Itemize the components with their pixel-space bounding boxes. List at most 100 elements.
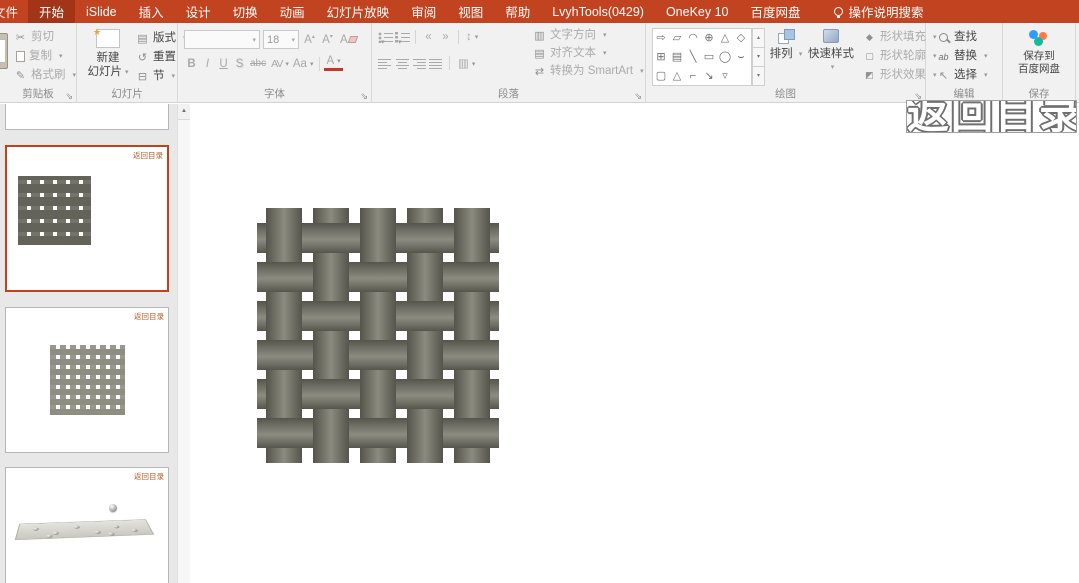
tab-animations[interactable]: 动画 bbox=[269, 0, 316, 23]
tab-baidu-netdisk[interactable]: 百度网盘 bbox=[740, 0, 812, 23]
shape-textbox[interactable]: ⊞ bbox=[653, 48, 669, 67]
font-size-combobox[interactable]: 18 bbox=[263, 30, 299, 49]
shape-square[interactable]: ▢ bbox=[653, 67, 669, 85]
tab-review[interactable]: 审阅 bbox=[400, 0, 447, 23]
gallery-more-button[interactable]: ▾ bbox=[752, 67, 765, 86]
find-button[interactable]: 查找 bbox=[934, 29, 991, 46]
gallery-down-button[interactable]: ▾ bbox=[752, 48, 765, 67]
clipboard-dialog-launcher[interactable]: ⇘ bbox=[65, 91, 73, 101]
copy-button[interactable]: 复制 bbox=[11, 48, 79, 65]
layout-icon: ▤ bbox=[137, 33, 148, 45]
shape-diamond[interactable]: ◇ bbox=[733, 29, 749, 48]
tab-design[interactable]: 设计 bbox=[175, 0, 222, 23]
format-painter-button[interactable]: ✎ 格式刷 bbox=[11, 67, 79, 84]
tab-onekey[interactable]: OneKey 10 bbox=[655, 0, 740, 23]
shape-parallelogram[interactable]: ▱ bbox=[669, 29, 685, 48]
corner-textbox[interactable]: 返回目录 bbox=[906, 100, 1077, 133]
clipboard-buttons: ✂剪切 复制 ✎格式刷 bbox=[11, 29, 79, 84]
columns-button[interactable]: ▥ bbox=[456, 56, 477, 70]
scroll-up-button[interactable]: ▲ bbox=[178, 104, 190, 120]
group-save: 保存到 百度网盘 保存 bbox=[1003, 23, 1076, 102]
line-spacing-button[interactable]: ↕ bbox=[464, 31, 480, 43]
font-name-combobox[interactable] bbox=[184, 30, 260, 49]
sparkle-icon: ★ bbox=[93, 27, 102, 37]
shape-curve[interactable]: ⌣ bbox=[733, 48, 749, 67]
tab-insert[interactable]: 插入 bbox=[128, 0, 175, 23]
character-spacing-button[interactable]: AV bbox=[269, 58, 290, 70]
shape-triangle[interactable]: △ bbox=[717, 29, 733, 48]
paragraph-dialog-launcher[interactable]: ⇘ bbox=[634, 91, 642, 101]
tab-transitions[interactable]: 切换 bbox=[222, 0, 269, 23]
change-case-button[interactable]: Aa bbox=[291, 58, 316, 70]
sphere-thumbnail-graphic bbox=[109, 504, 117, 512]
tab-help[interactable]: 帮助 bbox=[494, 0, 541, 23]
shape-shaded-box[interactable]: ▤ bbox=[669, 48, 685, 67]
tab-islide[interactable]: iSlide bbox=[75, 0, 128, 23]
weave-thumbnail-graphic bbox=[18, 176, 91, 245]
select-button[interactable]: ↖ 选择 bbox=[934, 67, 991, 84]
shape-elbow[interactable]: ⌐ bbox=[685, 67, 701, 85]
italic-button[interactable]: I bbox=[200, 58, 215, 70]
paste-button[interactable] bbox=[0, 33, 8, 69]
text-direction-button[interactable]: ▥ 文字方向 bbox=[530, 27, 647, 44]
shape-arc[interactable]: ◠ bbox=[685, 29, 701, 48]
save-to-baidu-button[interactable]: 保存到 百度网盘 bbox=[1003, 29, 1075, 76]
shape-more[interactable]: ▿ bbox=[717, 67, 733, 85]
tell-me-search[interactable]: 操作说明搜索 bbox=[826, 0, 932, 23]
quick-styles-button[interactable]: 快速样式 bbox=[806, 28, 856, 75]
align-right-button[interactable] bbox=[412, 57, 426, 69]
slide-thumbnail-1[interactable] bbox=[5, 104, 169, 130]
justify-button[interactable] bbox=[429, 57, 443, 69]
bullets-button[interactable] bbox=[378, 31, 393, 43]
underline-button[interactable]: U bbox=[216, 58, 231, 70]
font-color-button[interactable]: A bbox=[324, 55, 343, 71]
replace-button[interactable]: ab 替换 bbox=[934, 48, 991, 65]
shape-oval[interactable]: ◯ bbox=[717, 48, 733, 67]
shapes-row: ⊞ ▤ ╲ ▭ ◯ ⌣ bbox=[653, 48, 751, 67]
align-left-button[interactable] bbox=[378, 57, 392, 69]
tab-view[interactable]: 视图 bbox=[447, 0, 494, 23]
tab-lvyhtools[interactable]: LvyhTools(0429) bbox=[541, 0, 655, 23]
shapes-row: ⇨ ▱ ◠ ⊕ △ ◇ bbox=[653, 29, 751, 48]
new-slide-button[interactable]: ★ 新建 幻灯片 bbox=[84, 27, 132, 81]
strikethrough-button[interactable]: abc bbox=[248, 58, 268, 69]
weave-pattern[interactable] bbox=[257, 208, 508, 480]
slide-thumbnail-3[interactable]: 返回目录 bbox=[5, 307, 169, 453]
slide-thumbnail-4[interactable]: 返回目录 bbox=[5, 467, 169, 583]
slide-thumbnail-2-selected[interactable]: 返回目录 bbox=[5, 145, 169, 292]
bold-button[interactable]: B bbox=[184, 58, 199, 70]
text-shadow-button[interactable]: S bbox=[232, 58, 247, 70]
weave-strip bbox=[360, 221, 396, 255]
select-cursor-icon: ↖ bbox=[938, 70, 949, 82]
thumbnail-scrollbar[interactable]: ▲ bbox=[177, 104, 190, 583]
convert-to-smartart-button[interactable]: ⇄ 转换为 SmartArt bbox=[530, 63, 647, 80]
shape-arrow[interactable]: ⇨ bbox=[653, 29, 669, 48]
increase-indent-button[interactable]: » bbox=[438, 31, 453, 43]
slide-canvas[interactable] bbox=[190, 104, 1079, 583]
align-center-button[interactable] bbox=[395, 57, 409, 69]
font-dialog-launcher[interactable]: ⇘ bbox=[360, 91, 368, 101]
shape-outline-icon: ▢ bbox=[865, 51, 874, 61]
arrange-button[interactable]: 排列 bbox=[768, 28, 804, 62]
tab-file[interactable]: 文件 bbox=[0, 0, 28, 23]
corner-textbox-text: 返回目录 bbox=[907, 100, 1077, 133]
tab-slideshow[interactable]: 幻灯片放映 bbox=[316, 0, 401, 23]
cut-icon: ✂ bbox=[15, 32, 26, 44]
numbering-button[interactable] bbox=[395, 31, 410, 43]
shape-rectangle[interactable]: ▭ bbox=[701, 48, 717, 67]
shape-circle-plus[interactable]: ⊕ bbox=[701, 29, 717, 48]
slide-badge: 返回目录 bbox=[134, 312, 164, 321]
shape-arrow-diagonal[interactable]: ↘ bbox=[701, 67, 717, 85]
shape-line[interactable]: ╲ bbox=[685, 48, 701, 67]
align-text-button[interactable]: ▤ 对齐文本 bbox=[530, 45, 647, 62]
tab-home[interactable]: 开始 bbox=[28, 0, 76, 23]
decrease-indent-button[interactable]: « bbox=[421, 31, 436, 43]
shape-isoceles-triangle[interactable]: △ bbox=[669, 67, 685, 85]
cut-button[interactable]: ✂ 剪切 bbox=[11, 29, 79, 46]
clear-formatting-button[interactable]: A bbox=[338, 34, 359, 46]
slide-badge: 返回目录 bbox=[134, 472, 164, 481]
decrease-font-size-button[interactable]: A bbox=[320, 33, 335, 46]
increase-font-size-button[interactable]: A bbox=[302, 33, 317, 46]
gallery-up-button[interactable]: ▴ bbox=[752, 28, 765, 48]
paragraph-row-2: ▥ bbox=[378, 56, 477, 70]
